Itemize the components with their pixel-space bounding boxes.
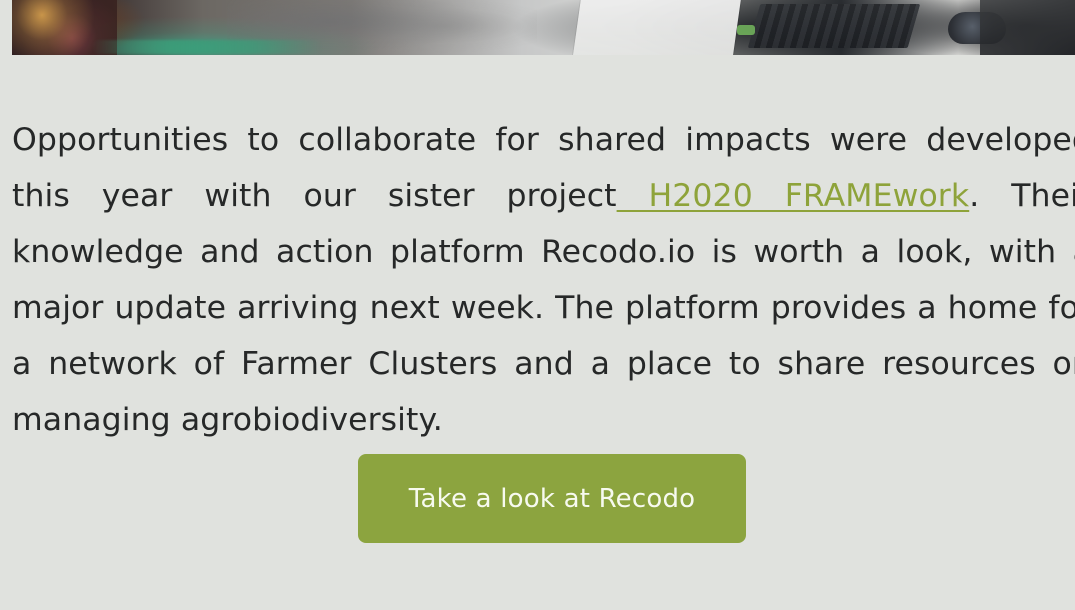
hero-photo-teal-strip — [92, 40, 322, 54]
body-paragraph: Opportunities to collaborate for shared … — [12, 112, 1075, 448]
hero-photo-keyboard — [747, 4, 921, 48]
hero-photo-green-light — [737, 25, 755, 35]
hero-photo — [12, 0, 1075, 55]
body-text-after-link: . Their knowledge and action platform Re… — [12, 178, 1075, 438]
hero-photo-document — [572, 0, 742, 55]
recodo-cta-button[interactable]: Take a look at Recodo — [358, 454, 746, 543]
article-content: Opportunities to collaborate for shared … — [12, 112, 1075, 448]
hero-photo-dark-right-edge — [980, 0, 1075, 55]
framework-link[interactable]: H2020 FRAMEwork — [617, 178, 970, 214]
